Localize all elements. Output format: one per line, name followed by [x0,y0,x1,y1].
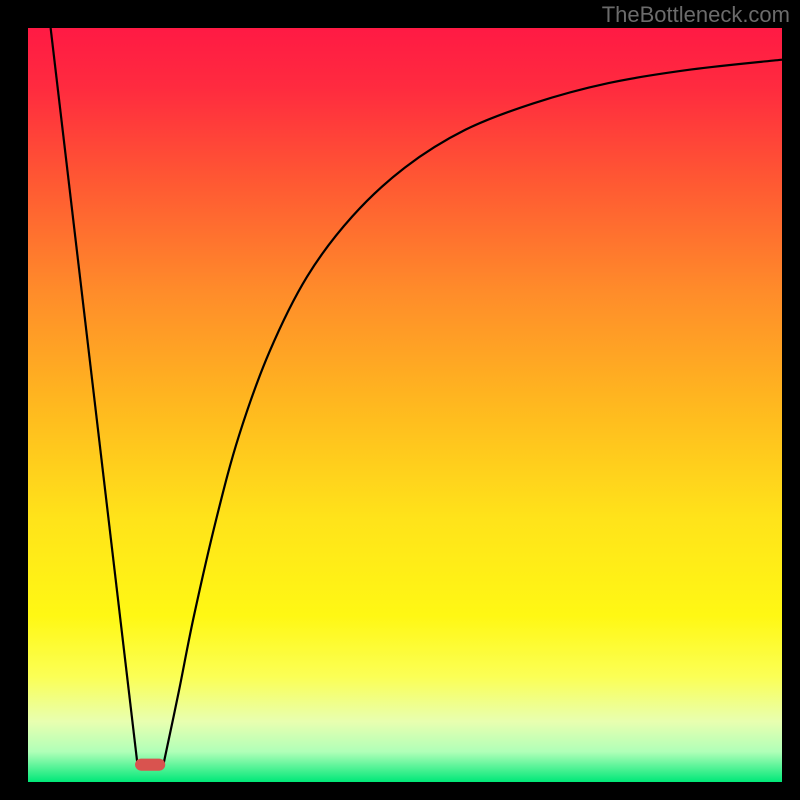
watermark-text: TheBottleneck.com [602,2,790,28]
optimal-marker [135,759,165,771]
chart-container: TheBottleneck.com [0,0,800,800]
bottleneck-chart [0,0,800,800]
plot-area [28,28,782,782]
